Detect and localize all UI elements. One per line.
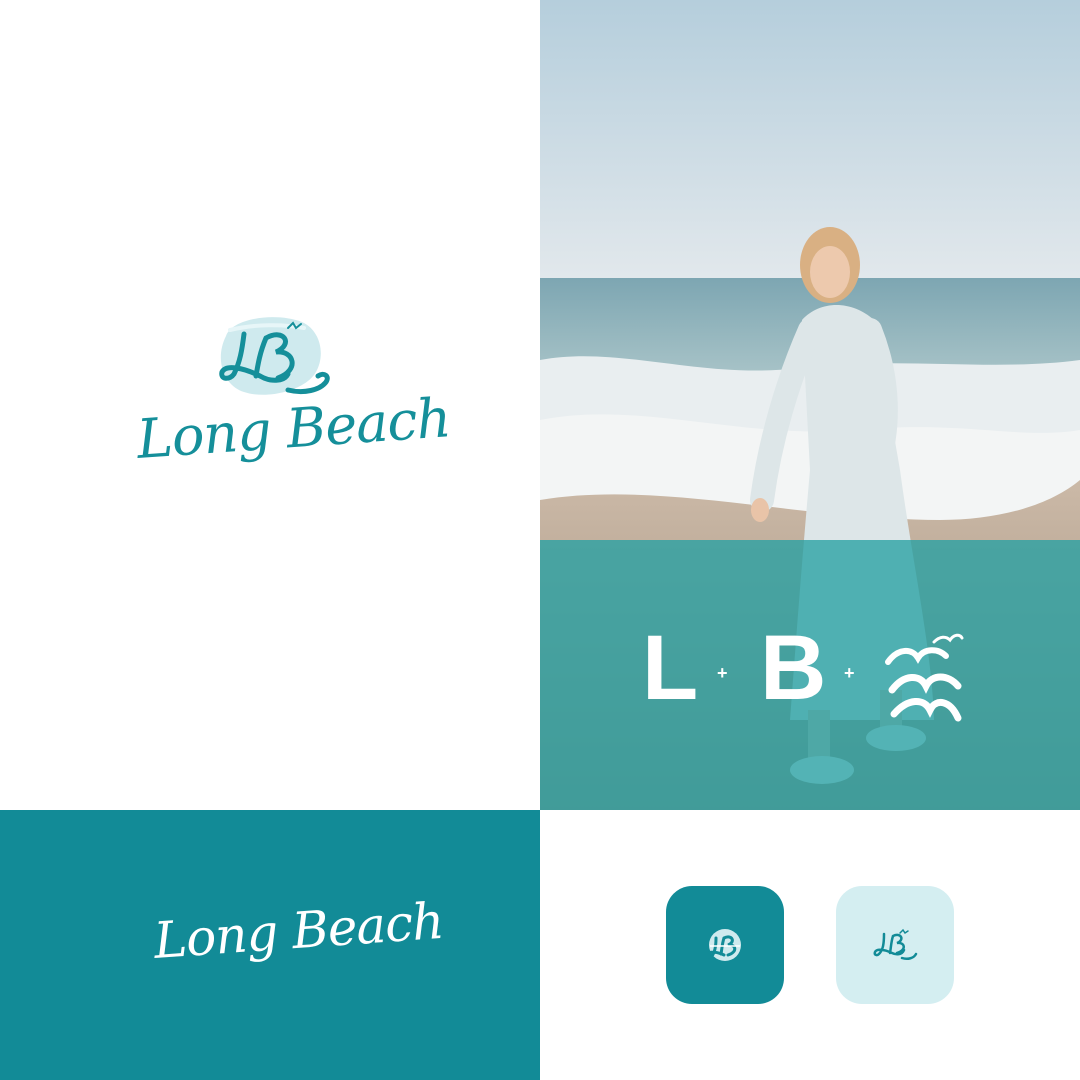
monogram-plus-1: + xyxy=(717,663,728,683)
monogram-plus-2: + xyxy=(844,663,855,683)
lb-glyph-icon xyxy=(706,929,741,961)
lb-app-icon-light xyxy=(836,886,954,1004)
monogram-letter-b: B xyxy=(760,617,827,719)
app-icons-panel xyxy=(540,810,1080,1080)
lb-sun-wave-icon xyxy=(219,317,330,395)
seagulls-icon xyxy=(885,633,964,722)
lb-glyph-icon xyxy=(873,928,918,961)
lb-app-icon-dark xyxy=(666,886,784,1004)
monogram-letter-l: L xyxy=(642,617,699,719)
